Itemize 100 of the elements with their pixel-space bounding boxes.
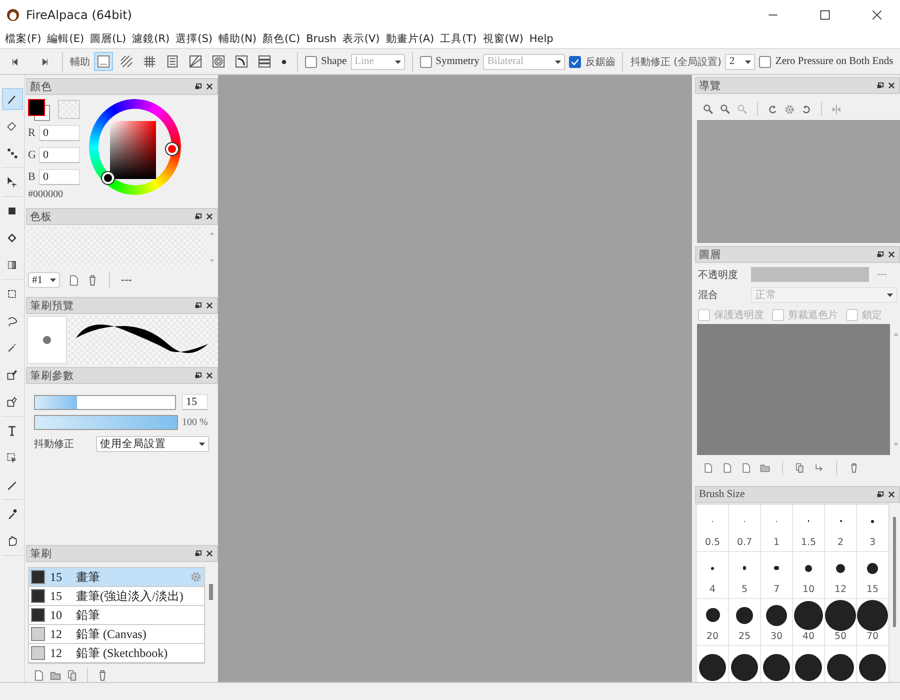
brush-size-cell[interactable] <box>857 646 888 682</box>
menu-item[interactable]: Help <box>529 33 554 45</box>
folder-icon[interactable] <box>760 463 770 473</box>
brush-size-cell[interactable] <box>729 646 760 682</box>
text-icon <box>6 425 18 437</box>
size-field[interactable]: 15 <box>182 394 208 410</box>
new-page-icon[interactable] <box>703 463 713 473</box>
brush-square-icon <box>6 369 18 381</box>
gradient-icon <box>6 259 18 271</box>
pen-icon <box>6 93 18 105</box>
brush-size-cell[interactable]: 70 <box>857 599 888 645</box>
brush-preset-row[interactable]: 12 鉛筆 (Canvas) <box>29 625 204 644</box>
float-icon[interactable] <box>876 250 885 259</box>
menu-item[interactable]: 表示(V) <box>342 32 380 46</box>
brush-preset-row[interactable]: 15 畫筆 <box>29 568 204 587</box>
option-label: 保護透明度 <box>714 308 764 322</box>
float-icon[interactable] <box>876 81 885 90</box>
brush-size-cell[interactable]: 7 <box>761 552 792 598</box>
arrow-cross-icon <box>6 176 18 188</box>
menu-item[interactable]: 顏色(C) <box>262 32 300 46</box>
brush-size-cell[interactable]: 5 <box>729 552 760 598</box>
brush-size-cell[interactable]: 0.7 <box>729 505 760 551</box>
shape-checkbox[interactable] <box>305 56 317 68</box>
channel-field[interactable]: 0 <box>39 125 80 141</box>
trash-icon[interactable] <box>849 463 859 473</box>
merge-down-icon[interactable] <box>814 463 824 473</box>
brush-size-cell[interactable]: 20 <box>697 599 728 645</box>
stripes-box-icon <box>258 55 271 68</box>
menu-item[interactable]: 檔案(F) <box>5 32 42 46</box>
concentric-icon <box>212 55 225 68</box>
channel-field[interactable]: 0 <box>39 147 80 163</box>
float-icon[interactable] <box>194 212 203 221</box>
brush-size-cell[interactable] <box>761 646 792 682</box>
brush-size-cell[interactable]: 40 <box>793 599 824 645</box>
brush-size-cell[interactable]: 10 <box>793 552 824 598</box>
menu-item[interactable]: Brush <box>306 33 336 45</box>
new-page-icon[interactable] <box>68 274 79 286</box>
float-icon[interactable] <box>194 549 203 558</box>
float-icon[interactable] <box>876 490 885 499</box>
step-forward-icon[interactable] <box>40 56 50 66</box>
stabilizer-dropdown[interactable]: 使用全局設置 <box>96 436 209 452</box>
brush-size-cell[interactable]: 15 <box>857 552 888 598</box>
brush-size-cell[interactable] <box>697 646 728 682</box>
menu-item[interactable]: 工具(T) <box>440 32 477 46</box>
zero-pressure-checkbox[interactable] <box>759 56 772 68</box>
tool-button[interactable] <box>2 88 22 110</box>
brush-size-cell[interactable]: 12 <box>825 552 856 598</box>
menu-item[interactable]: 選擇(S) <box>176 32 212 46</box>
brush-size-cell[interactable]: 4 <box>697 552 728 598</box>
menu-item[interactable]: 濾鏡(R) <box>132 32 170 46</box>
transparent-swatch[interactable] <box>58 100 80 118</box>
close-icon[interactable] <box>205 371 214 380</box>
brush-size-cell[interactable]: 1.5 <box>793 505 824 551</box>
step-back-icon[interactable] <box>10 56 20 66</box>
antialias-checkbox[interactable] <box>569 56 582 68</box>
brush-size-cell[interactable] <box>825 646 856 682</box>
trash-icon[interactable] <box>87 274 98 286</box>
float-icon[interactable] <box>194 371 203 380</box>
menu-item[interactable]: 動畫片(A) <box>386 32 434 46</box>
opacity-slider[interactable] <box>751 267 869 282</box>
copy-icon[interactable] <box>795 463 805 473</box>
float-icon[interactable] <box>194 301 203 310</box>
symmetry-checkbox[interactable] <box>420 56 432 68</box>
menu-item[interactable]: 圖層(L) <box>90 32 126 46</box>
palette-dropdown[interactable]: #1 <box>28 272 60 288</box>
rotate-left-icon[interactable] <box>767 104 778 114</box>
copy-icon[interactable] <box>67 670 78 680</box>
brush-preset-row[interactable]: 12 鉛筆 (Sketchbook) <box>29 644 204 663</box>
close-icon[interactable] <box>887 490 896 499</box>
brush-size-cell[interactable]: 0.5 <box>697 505 728 551</box>
close-icon[interactable] <box>887 81 896 90</box>
brush-size-cell[interactable]: 50 <box>825 599 856 645</box>
brush-size-cell[interactable]: 1 <box>761 505 792 551</box>
brush-size-cell[interactable]: 2 <box>825 505 856 551</box>
rotate-right-icon[interactable] <box>801 104 812 114</box>
trash-icon[interactable] <box>97 670 108 680</box>
close-icon[interactable] <box>205 212 214 221</box>
size-slider[interactable] <box>34 394 176 410</box>
brush-preset-row[interactable]: 15 畫筆(強迫淡入/淡出) <box>29 587 204 606</box>
close-icon[interactable] <box>205 301 214 310</box>
opacity-slider[interactable] <box>34 415 178 430</box>
brush-size-cell[interactable]: 3 <box>857 505 888 551</box>
brush-size-cell[interactable] <box>793 646 824 682</box>
zoom-out-icon[interactable] <box>720 104 731 114</box>
brush-size-cell[interactable]: 30 <box>761 599 792 645</box>
color-swatches[interactable] <box>28 99 50 119</box>
float-icon[interactable] <box>194 82 203 91</box>
menu-item[interactable]: 編輯(E) <box>47 32 84 46</box>
zoom-in-icon[interactable] <box>703 104 714 114</box>
close-icon[interactable] <box>205 82 214 91</box>
brush-preset-row[interactable]: 10 鉛筆 <box>29 606 204 625</box>
scrollbar-thumb[interactable] <box>893 517 896 627</box>
menu-item[interactable]: 視窗(W) <box>482 32 524 46</box>
menu-item[interactable]: 輔助(N) <box>218 32 257 46</box>
close-icon[interactable] <box>887 250 896 259</box>
scrollbar-thumb[interactable] <box>209 584 213 600</box>
channel-field[interactable]: 0 <box>39 169 80 185</box>
stabilizer-dropdown[interactable]: 2 <box>725 54 756 70</box>
brush-size-cell[interactable]: 25 <box>729 599 760 645</box>
close-icon[interactable] <box>205 549 214 558</box>
